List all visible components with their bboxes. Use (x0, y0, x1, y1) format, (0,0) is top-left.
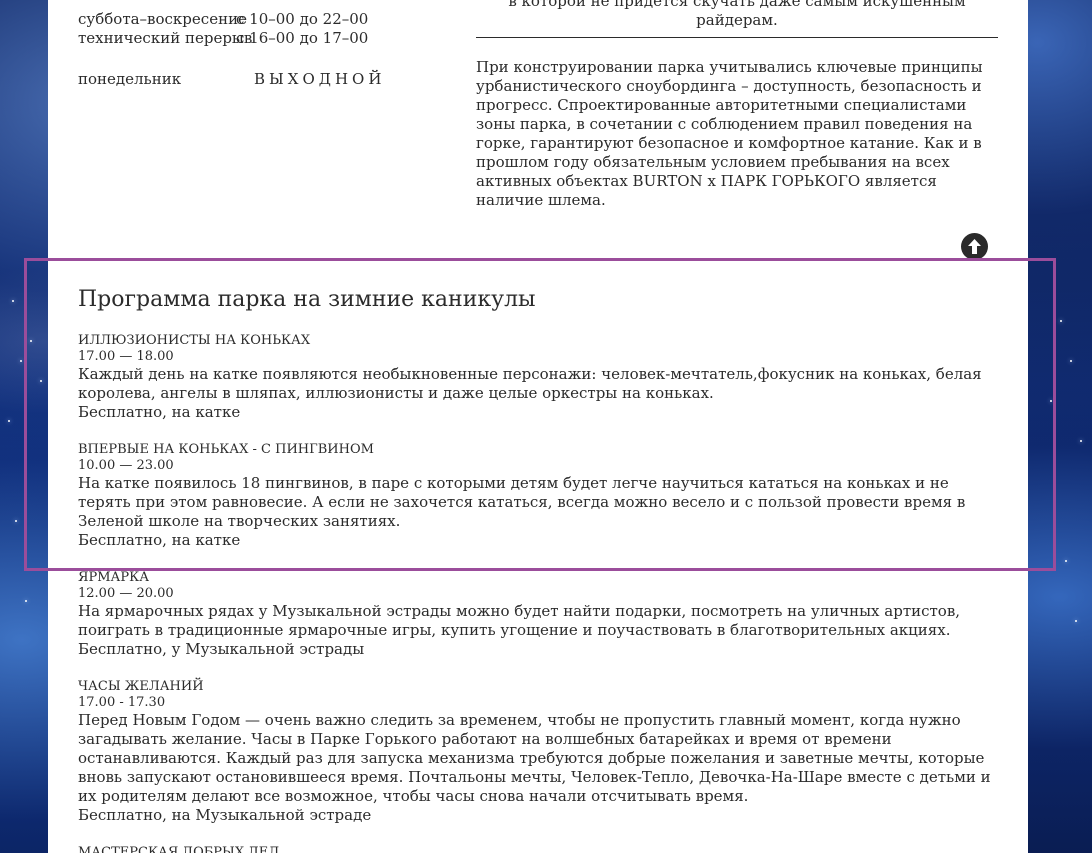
hours-value: с 16–00 до 17–00 (236, 29, 369, 47)
hours-label: технический перерыв (78, 29, 253, 47)
opening-hours: суббота–воскресение с 10–00 до 22–00 тех… (78, 10, 408, 48)
sparkle-decoration (20, 360, 22, 362)
program-event: ЧАСЫ ЖЕЛАНИЙ 17.00 - 17.30 Перед Новым Г… (78, 678, 1003, 825)
event-place: Бесплатно, на Музыкальной эстраде (78, 806, 372, 824)
hours-row-weekend: суббота–воскресение с 10–00 до 22–00 (78, 10, 408, 29)
sparkle-decoration (1065, 560, 1067, 562)
sparkle-decoration (1080, 440, 1082, 442)
arrow-up-icon (968, 239, 981, 254)
hours-value: с 10–00 до 22–00 (236, 10, 369, 28)
hours-label: суббота–воскресение (78, 10, 247, 28)
event-time: 12.00 — 20.00 (78, 586, 174, 601)
hours-row-break: технический перерыв с 16–00 до 17–00 (78, 29, 408, 48)
sparkle-decoration (15, 520, 17, 522)
intro-paragraph: При конструировании парка учитывались кл… (476, 58, 983, 209)
closed-day-label: понедельник (78, 70, 182, 88)
event-title: ЧАСЫ ЖЕЛАНИЙ (78, 679, 204, 694)
event-title: МАСТЕРСКАЯ ДОБРЫХ ДЕЛ (78, 845, 280, 853)
sparkle-decoration (1075, 620, 1077, 622)
park-description: в которой не придется скучать даже самым… (476, 0, 998, 210)
sparkle-decoration (8, 420, 10, 422)
event-title: ЯРМАРКА (78, 570, 150, 585)
intro-tail-text: в которой не придется скучать даже самым… (508, 0, 966, 29)
sparkle-decoration (1060, 320, 1062, 322)
event-place: Бесплатно, у Музыкальной эстрады (78, 640, 365, 658)
program-event: МАСТЕРСКАЯ ДОБРЫХ ДЕЛ (78, 844, 1003, 853)
event-description: Перед Новым Годом — очень важно следить … (78, 711, 991, 805)
scroll-to-top-button[interactable] (961, 233, 988, 260)
sparkle-decoration (1070, 360, 1072, 362)
event-description: На ярмарочных рядах у Музыкальной эстрад… (78, 602, 961, 639)
closed-day-row: понедельник ВЫХОДНОЙ (78, 70, 385, 89)
sparkle-decoration (25, 600, 27, 602)
program-event: ЯРМАРКА 12.00 — 20.00 На ярмарочных ряда… (78, 569, 1003, 659)
sparkle-decoration (12, 300, 14, 302)
event-time: 17.00 - 17.30 (78, 695, 166, 710)
selection-highlight-frame (24, 258, 1056, 571)
divider (476, 37, 998, 38)
closed-day-value: ВЫХОДНОЙ (254, 70, 386, 88)
